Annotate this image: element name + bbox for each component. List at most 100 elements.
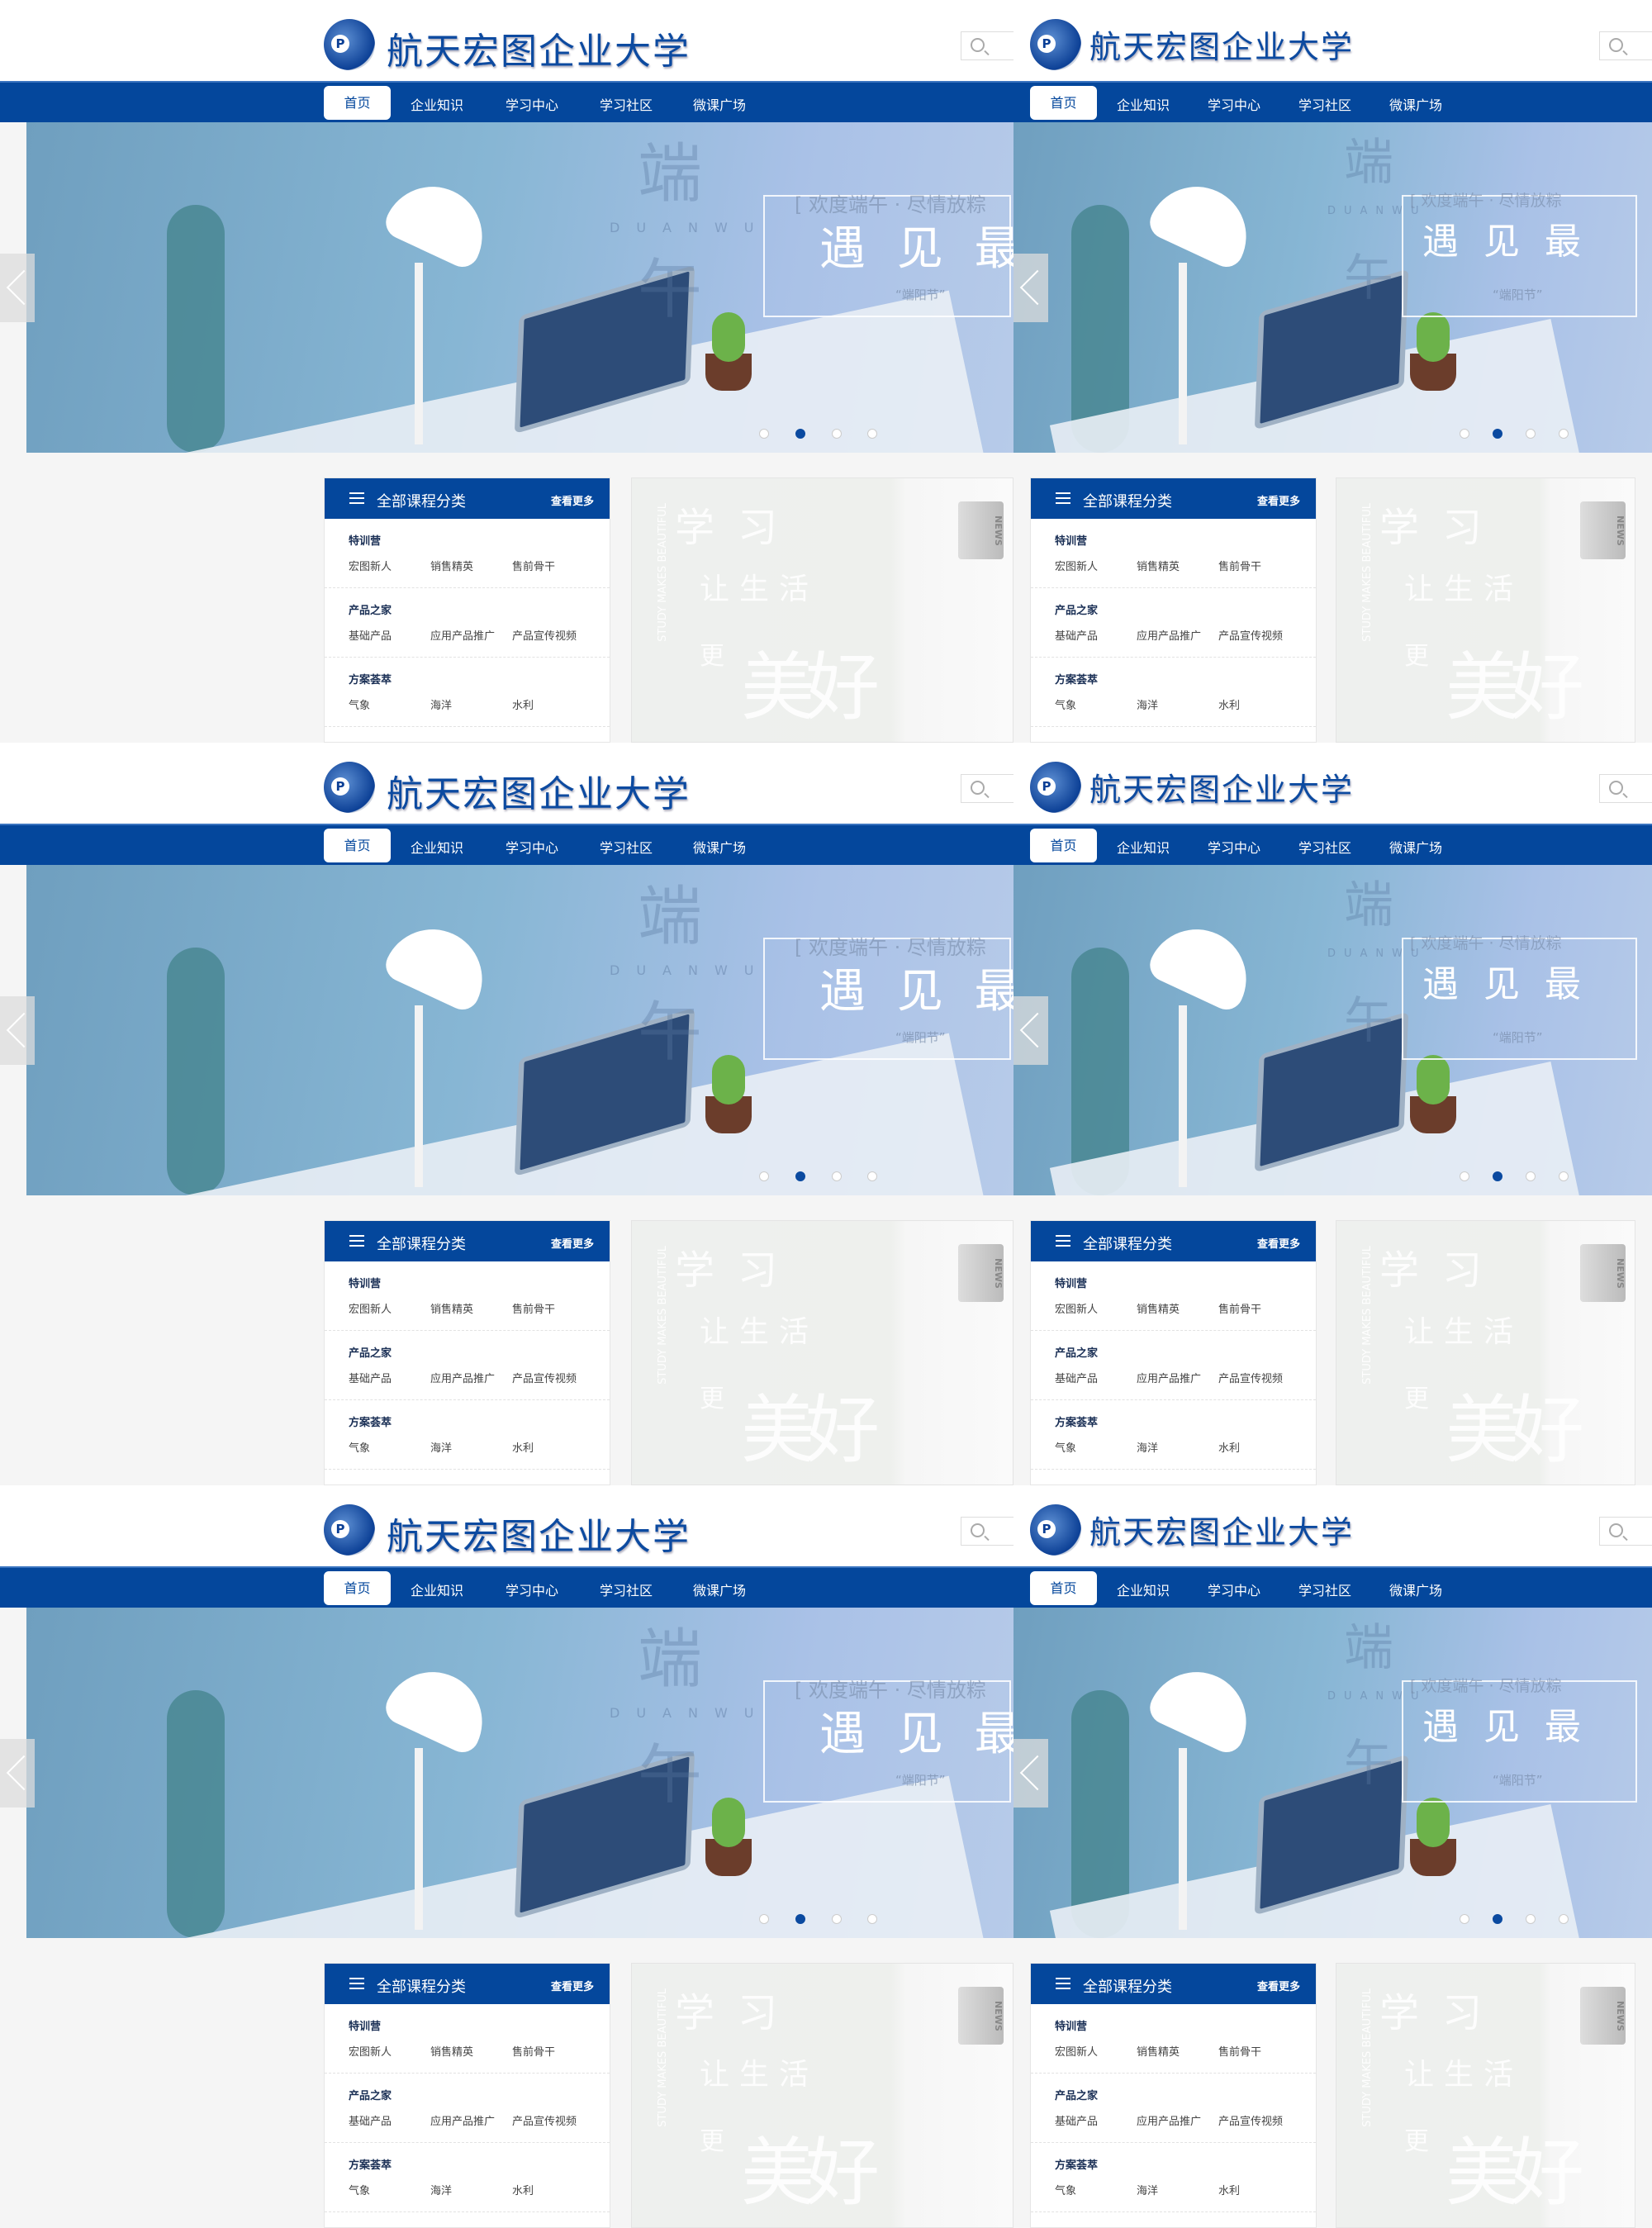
carousel-dot-3[interactable] — [1526, 1914, 1536, 1924]
group-title[interactable]: 方案荟萃 — [349, 671, 392, 686]
promo-image[interactable]: 学 习 让 生 活 更 美 好 STUDY MAKES BEAUTIFUL NE… — [631, 1220, 1014, 1485]
carousel-dot-2[interactable] — [795, 1171, 805, 1181]
carousel-dot-4[interactable] — [1559, 1914, 1569, 1924]
category-item[interactable]: 宏图新人 — [1055, 558, 1098, 573]
carousel-dot-1[interactable] — [759, 1171, 769, 1181]
category-item[interactable]: 宏图新人 — [1055, 2043, 1098, 2059]
search-box[interactable] — [961, 31, 1014, 60]
carousel-dot-3[interactable] — [1526, 429, 1536, 439]
category-item[interactable]: 产品宣传视频 — [1218, 1370, 1283, 1385]
category-item[interactable]: 宏图新人 — [349, 2043, 392, 2059]
carousel-dot-1[interactable] — [759, 429, 769, 439]
promo-image[interactable]: 学 习 让 生 活 更 美 好 STUDY MAKES BEAUTIFUL NE… — [631, 477, 1014, 743]
category-item[interactable]: 产品宣传视频 — [1218, 627, 1283, 643]
category-item[interactable]: 基础产品 — [349, 1370, 392, 1385]
category-item[interactable]: 气象 — [349, 2182, 370, 2197]
nav-enterprise-knowledge[interactable]: 企业知识 — [411, 1580, 463, 1599]
nav-home[interactable]: 首页 — [1030, 86, 1097, 120]
carousel-prev-button[interactable] — [1014, 254, 1048, 322]
group-title[interactable]: 产品之家 — [349, 2087, 392, 2102]
category-item[interactable]: 应用产品推广 — [430, 1370, 495, 1385]
group-title[interactable]: 特训营 — [1055, 532, 1087, 548]
carousel-dot-2[interactable] — [1493, 429, 1502, 439]
carousel-dot-3[interactable] — [832, 429, 842, 439]
category-item[interactable]: 水利 — [512, 1439, 534, 1455]
category-item[interactable]: 海洋 — [1137, 696, 1158, 712]
category-item[interactable]: 售前骨干 — [512, 1300, 555, 1316]
promo-image[interactable]: 学 习 让 生 活 更 美 好 STUDY MAKES BEAUTIFUL NE… — [631, 1963, 1014, 2228]
category-item[interactable]: 宏图新人 — [1055, 1300, 1098, 1316]
banner-carousel[interactable]: 端 DUANWU 午 [ 欢度端午 · 尽情放粽 遇 见 最 “端阳节” — [26, 122, 1014, 453]
nav-enterprise-knowledge[interactable]: 企业知识 — [411, 837, 463, 857]
category-item[interactable]: 产品宣传视频 — [512, 2112, 577, 2128]
search-icon[interactable] — [971, 781, 985, 795]
category-item[interactable]: 宏图新人 — [349, 1300, 392, 1316]
carousel-prev-button[interactable] — [1014, 996, 1048, 1065]
category-item[interactable]: 水利 — [1218, 1439, 1240, 1455]
category-item[interactable]: 售前骨干 — [1218, 1300, 1261, 1316]
nav-learning-center[interactable]: 学习中心 — [506, 1580, 558, 1599]
carousel-dot-1[interactable] — [1460, 1914, 1469, 1924]
carousel-dot-3[interactable] — [832, 1914, 842, 1924]
category-item[interactable]: 产品宣传视频 — [512, 1370, 577, 1385]
category-item[interactable]: 基础产品 — [349, 2112, 392, 2128]
nav-home[interactable]: 首页 — [1030, 1571, 1097, 1605]
logo-icon[interactable]: P — [1030, 762, 1081, 813]
category-item[interactable]: 应用产品推广 — [430, 627, 495, 643]
category-item[interactable]: 基础产品 — [349, 627, 392, 643]
nav-learning-community[interactable]: 学习社区 — [600, 1580, 653, 1599]
category-item[interactable]: 售前骨干 — [1218, 2043, 1261, 2059]
view-more-link[interactable]: 查看更多 — [1257, 1235, 1300, 1251]
category-item[interactable]: 基础产品 — [1055, 2112, 1098, 2128]
group-title[interactable]: 特训营 — [1055, 2017, 1087, 2033]
nav-learning-community[interactable]: 学习社区 — [1298, 94, 1351, 114]
nav-enterprise-knowledge[interactable]: 企业知识 — [1117, 1580, 1170, 1599]
nav-home[interactable]: 首页 — [324, 1571, 391, 1605]
category-item[interactable]: 应用产品推广 — [1137, 1370, 1201, 1385]
category-item[interactable]: 水利 — [512, 696, 534, 712]
category-item[interactable]: 产品宣传视频 — [1218, 2112, 1283, 2128]
site-title[interactable]: 航天宏图企业大学 — [1089, 21, 1354, 67]
carousel-dot-2[interactable] — [795, 429, 805, 439]
search-box[interactable] — [961, 774, 1014, 803]
category-item[interactable]: 售前骨干 — [1218, 558, 1261, 573]
category-item[interactable]: 产品宣传视频 — [512, 627, 577, 643]
site-title[interactable]: 航天宏图企业大学 — [387, 764, 691, 817]
nav-enterprise-knowledge[interactable]: 企业知识 — [1117, 94, 1170, 114]
logo-icon[interactable]: P — [324, 762, 375, 813]
carousel-prev-button[interactable] — [1014, 1739, 1048, 1808]
carousel-dot-1[interactable] — [1460, 429, 1469, 439]
category-item[interactable]: 海洋 — [430, 696, 452, 712]
nav-home[interactable]: 首页 — [324, 86, 391, 120]
search-box[interactable] — [1599, 774, 1652, 803]
group-title[interactable]: 产品之家 — [1055, 2087, 1098, 2102]
nav-learning-center[interactable]: 学习中心 — [1208, 1580, 1260, 1599]
nav-learning-center[interactable]: 学习中心 — [1208, 94, 1260, 114]
banner-carousel[interactable]: 端 DUANWU 午 [ 欢度端午 · 尽情放粽 遇 见 最 “端阳节” — [26, 1608, 1014, 1938]
group-title[interactable]: 方案荟萃 — [1055, 671, 1098, 686]
banner-carousel[interactable]: 端 DUANWU 午 [ 欢度端午 · 尽情放粽 遇 见 最 “端阳节” — [26, 865, 1014, 1195]
group-title[interactable]: 产品之家 — [1055, 601, 1098, 617]
category-item[interactable]: 基础产品 — [1055, 627, 1098, 643]
view-more-link[interactable]: 查看更多 — [1257, 1978, 1300, 1993]
search-box[interactable] — [1599, 31, 1652, 60]
group-title[interactable]: 方案荟萃 — [349, 1413, 392, 1429]
carousel-dot-3[interactable] — [832, 1171, 842, 1181]
carousel-dot-2[interactable] — [1493, 1914, 1502, 1924]
nav-enterprise-knowledge[interactable]: 企业知识 — [1117, 837, 1170, 857]
nav-learning-community[interactable]: 学习社区 — [600, 94, 653, 114]
category-item[interactable]: 气象 — [1055, 696, 1076, 712]
nav-enterprise-knowledge[interactable]: 企业知识 — [411, 94, 463, 114]
logo-icon[interactable]: P — [324, 19, 375, 70]
group-title[interactable]: 产品之家 — [349, 1344, 392, 1360]
nav-learning-community[interactable]: 学习社区 — [1298, 1580, 1351, 1599]
category-item[interactable]: 基础产品 — [1055, 1370, 1098, 1385]
group-title[interactable]: 特训营 — [1055, 1275, 1087, 1290]
promo-image[interactable]: 学 习 让 生 活 更 美 好 STUDY MAKES BEAUTIFUL NE… — [1336, 1963, 1635, 2228]
group-title[interactable]: 方案荟萃 — [349, 2156, 392, 2172]
nav-learning-community[interactable]: 学习社区 — [600, 837, 653, 857]
search-box[interactable] — [1599, 1517, 1652, 1546]
nav-learning-center[interactable]: 学习中心 — [506, 94, 558, 114]
nav-micro-course[interactable]: 微课广场 — [1389, 837, 1442, 857]
site-title[interactable]: 航天宏图企业大学 — [1089, 1507, 1354, 1552]
